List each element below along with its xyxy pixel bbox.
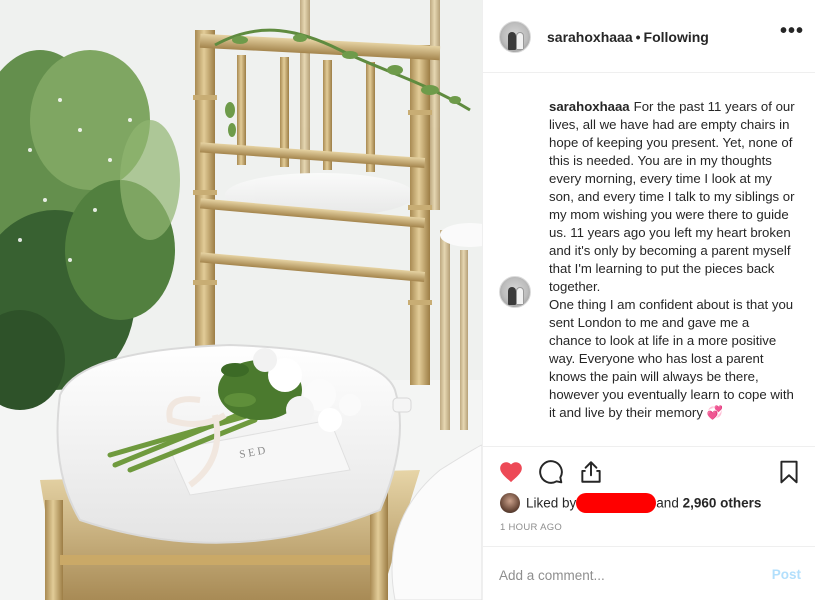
author-avatar[interactable] bbox=[499, 21, 531, 53]
post-photo[interactable]: S E D bbox=[0, 0, 482, 600]
comment-input[interactable] bbox=[499, 564, 749, 586]
caption-username-link[interactable]: sarahoxhaaa bbox=[549, 99, 630, 114]
share-button[interactable] bbox=[578, 459, 604, 485]
likes-summary: Liked by and 2,960 others bbox=[500, 493, 761, 513]
post-header: sarahoxhaaa • Following ••• bbox=[483, 0, 815, 73]
post-side-panel: sarahoxhaaa • Following ••• sarahoxhaaa For… bbox=[482, 0, 815, 600]
avatar-figure bbox=[516, 32, 524, 50]
more-options-icon[interactable]: ••• bbox=[780, 21, 803, 46]
action-bar bbox=[483, 446, 815, 494]
likes-joiner: and bbox=[656, 495, 679, 511]
post-photo-illustration: S E D bbox=[0, 0, 482, 600]
bookmark-icon bbox=[780, 460, 798, 484]
liker-avatar[interactable] bbox=[500, 493, 520, 513]
author-username-link[interactable]: sarahoxhaaa bbox=[547, 29, 633, 45]
like-button[interactable] bbox=[498, 459, 524, 485]
share-upload-icon bbox=[581, 461, 601, 483]
comment-button[interactable] bbox=[538, 459, 564, 485]
likes-count-link[interactable]: 2,960 others bbox=[683, 496, 762, 511]
post-comment-button[interactable]: Post bbox=[772, 567, 801, 582]
post-timestamp[interactable]: 1 HOUR AGO bbox=[500, 522, 562, 533]
header-text: sarahoxhaaa • Following bbox=[547, 29, 709, 45]
liked-by-label: Liked by bbox=[526, 495, 577, 511]
post-caption: sarahoxhaaa For the past 11 years of our … bbox=[549, 98, 795, 422]
separator-dot: • bbox=[635, 29, 641, 45]
caption-paragraph: sarahoxhaaa For the past 11 years of our … bbox=[549, 98, 795, 296]
caption-paragraph: One thing I am confident about is that y… bbox=[549, 297, 794, 420]
avatar-figure bbox=[508, 287, 516, 305]
redacted-username bbox=[576, 493, 657, 513]
comment-bubble-icon bbox=[539, 460, 563, 484]
caption-text: For the past 11 years of our lives, all … bbox=[549, 99, 795, 294]
avatar-figure bbox=[508, 32, 516, 50]
avatar-figure bbox=[516, 287, 524, 305]
save-button[interactable] bbox=[776, 459, 802, 485]
add-comment-section: Post bbox=[483, 546, 815, 600]
heart-filled-icon bbox=[500, 462, 522, 483]
caption-author-avatar[interactable] bbox=[499, 276, 531, 308]
comments-area[interactable]: sarahoxhaaa For the past 11 years of our … bbox=[483, 74, 815, 446]
following-button[interactable]: Following bbox=[644, 29, 709, 45]
